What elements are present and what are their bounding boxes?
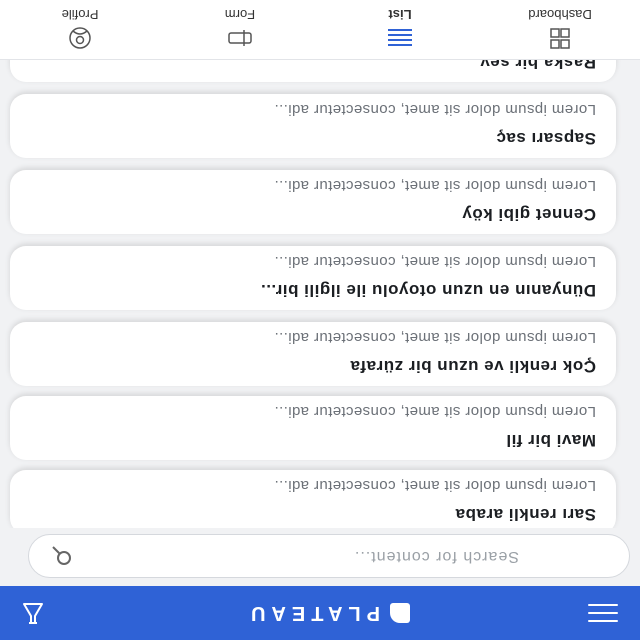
list-item-title: Sapsarı saç: [495, 129, 596, 148]
list-item[interactable]: Dünyanın en uzun otoyolu ile ilgili bir.…: [10, 246, 616, 310]
list-item[interactable]: Mavi bir fil Lorem ipsum dolor sit amet,…: [10, 396, 616, 460]
list-item[interactable]: Cennet gibi köy Lorem ipsum dolor sit am…: [10, 170, 616, 234]
nav-label-list: List: [388, 7, 412, 23]
nav-item-profile[interactable]: Profile: [0, 0, 160, 59]
list-item-description: Lorem ipsum dolor sit amet, consectetur …: [274, 477, 596, 494]
list-item[interactable]: Sapsarı saç Lorem ipsum dolor sit amet, …: [10, 94, 616, 158]
list-item-description: Lorem ipsum dolor sit amet, consectetur …: [274, 177, 596, 194]
brand-name: PLATEAU: [245, 602, 380, 625]
list-item[interactable]: Çok renkli ve uzun bir zürafa Lorem ipsu…: [10, 322, 616, 386]
profile-icon: [69, 27, 91, 50]
brand: PLATEAU: [245, 599, 410, 627]
plateau-logo-icon: [390, 603, 410, 623]
top-app-bar: PLATEAU: [0, 586, 640, 640]
list-item-title: Raska bir sey: [479, 58, 596, 72]
search-icon[interactable]: [51, 545, 73, 567]
list-item-description: Lorem ipsum dolor sit amet, consectetur …: [274, 101, 596, 118]
list-item-title: Mavi bir fil: [505, 431, 596, 450]
list-item-description: Lorem ipsum dolor sit amet, consectetur …: [274, 403, 596, 420]
content-list: Sarı renkli araba Lorem ipsum dolor sit …: [0, 58, 640, 528]
search-bar[interactable]: [28, 534, 630, 578]
list-icon: [388, 29, 412, 47]
list-item-title: Cennet gibi köy: [461, 205, 596, 224]
list-item-description: Lorem ipsum dolor sit amet, consectetur …: [274, 253, 596, 270]
list-item[interactable]: Raska bir sey: [10, 58, 616, 82]
list-item[interactable]: Sarı renkli araba Lorem ipsum dolor sit …: [10, 470, 616, 528]
nav-item-form[interactable]: Form: [160, 0, 320, 59]
list-item-description: Lorem ipsum dolor sit amet, consectetur …: [274, 329, 596, 346]
list-item-title: Çok renkli ve uzun bir zürafa: [350, 357, 596, 376]
list-item-title: Dünyanın en uzun otoyolu ile ilgili bir.…: [260, 281, 596, 300]
bottom-navigation: Dashboard List Form Profile: [0, 0, 640, 60]
nav-item-dashboard[interactable]: Dashboard: [480, 0, 640, 59]
flask-icon[interactable]: [20, 600, 46, 626]
grid-icon: [550, 28, 570, 50]
nav-label-form: Form: [224, 7, 256, 23]
nav-label-profile: Profile: [61, 7, 99, 23]
search-input[interactable]: [97, 546, 629, 566]
nav-label-dashboard: Dashboard: [528, 7, 592, 23]
menu-icon[interactable]: [588, 604, 618, 622]
nav-item-list[interactable]: List: [320, 0, 480, 59]
form-icon: [228, 30, 252, 47]
list-item-title: Sarı renkli araba: [455, 505, 596, 524]
